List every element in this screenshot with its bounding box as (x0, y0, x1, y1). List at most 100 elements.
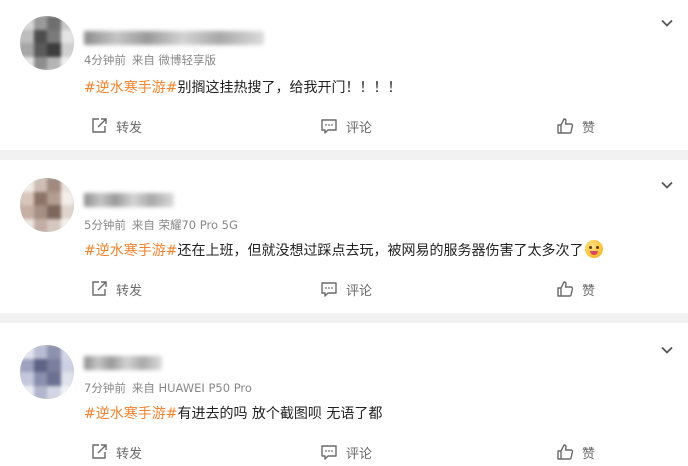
post-actions: 转发 评论 赞 (0, 114, 688, 138)
avatar-pixel (47, 43, 61, 57)
post-card: 7分钟前 来自 HUAWEI P50 Pro #逆水寒手游#有进去的吗 放个截图呗… (0, 323, 688, 466)
username-redacted (84, 356, 162, 370)
post-card: 4分钟前 来自 微博轻享版 #逆水寒手游#别搁这挂热搜了，给我开门！！！！ 转发 … (0, 0, 688, 150)
like-label: 赞 (582, 283, 596, 299)
post-meta: 7分钟前 来自 HUAWEI P50 Pro (84, 380, 252, 396)
username-redacted (84, 31, 264, 45)
avatar-pixel (47, 345, 61, 359)
avatar-pixel (33, 16, 47, 30)
chevron-down-icon[interactable] (660, 16, 674, 30)
chevron-down-icon[interactable] (660, 343, 674, 357)
hashtag-link[interactable]: #逆水寒手游# (84, 406, 177, 422)
avatar-pixel (33, 178, 47, 192)
post-time: 5分钟前 (84, 218, 126, 232)
avatar-pixel (60, 29, 74, 43)
avatar-pixel (33, 56, 47, 70)
avatar-pixel (33, 29, 47, 43)
avatar-pixel (33, 385, 47, 399)
post-source: 来自 荣耀70 Pro 5G (131, 218, 238, 232)
post-source: 来自 微博轻享版 (131, 53, 216, 67)
avatar-mosaic (20, 178, 74, 232)
post-text: 有进去的吗 放个截图呗 无语了都 (177, 406, 383, 422)
post-source: 来自 HUAWEI P50 Pro (131, 381, 252, 395)
hashtag-link[interactable]: #逆水寒手游# (84, 243, 177, 259)
like-button[interactable]: 赞 (556, 277, 595, 301)
avatar-pixel (47, 178, 61, 192)
avatar-pixel (47, 358, 61, 372)
post-meta: 4分钟前 来自 微博轻享版 (84, 52, 216, 68)
avatar-pixel (47, 56, 61, 70)
avatar-pixel (60, 358, 74, 372)
avatar-pixel (33, 205, 47, 219)
comment-label: 评论 (346, 120, 373, 136)
comment-button[interactable]: 评论 (320, 114, 372, 138)
comment-icon (321, 119, 337, 134)
avatar-pixel (47, 16, 61, 30)
avatar-mosaic (20, 16, 74, 70)
avatar-pixel (60, 56, 74, 70)
repost-label: 转发 (116, 120, 143, 136)
username-redacted (84, 193, 174, 207)
avatar-pixel (60, 43, 74, 57)
avatar-pixel (33, 43, 47, 57)
repost-icon (92, 444, 107, 459)
post-content: #逆水寒手游#别搁这挂热搜了，给我开门！！！！ (84, 77, 401, 97)
like-label: 赞 (582, 120, 596, 136)
avatar-pixel (33, 345, 47, 359)
repost-label: 转发 (116, 283, 143, 299)
post-time: 7分钟前 (84, 381, 126, 395)
avatar-pixel (20, 191, 34, 205)
comment-button[interactable]: 评论 (320, 277, 372, 301)
repost-button[interactable]: 转发 (90, 114, 142, 138)
hashtag-link[interactable]: #逆水寒手游# (84, 80, 177, 96)
thumbs-up-icon (557, 444, 574, 460)
avatar-pixel (20, 16, 34, 30)
avatar-pixel (20, 43, 34, 57)
comment-label: 评论 (346, 446, 373, 462)
avatar[interactable] (20, 16, 74, 70)
avatar-pixel (47, 205, 61, 219)
avatar-pixel (60, 218, 74, 232)
repost-button[interactable]: 转发 (90, 440, 142, 464)
avatar-pixel (20, 56, 34, 70)
avatar-pixel (20, 372, 34, 386)
avatar-pixel (60, 205, 74, 219)
avatar-pixel (20, 178, 34, 192)
avatar-mosaic (20, 345, 74, 399)
avatar[interactable] (20, 345, 74, 399)
face-emoji-icon (585, 240, 604, 258)
avatar-pixel (20, 205, 34, 219)
post-content: #逆水寒手游#有进去的吗 放个截图呗 无语了都 (84, 403, 382, 423)
avatar[interactable] (20, 178, 74, 232)
avatar-pixel (60, 372, 74, 386)
post-meta: 5分钟前 来自 荣耀70 Pro 5G (84, 217, 238, 233)
chevron-down-icon[interactable] (660, 178, 674, 192)
avatar-pixel (33, 372, 47, 386)
thumbs-up-icon (557, 118, 574, 134)
post-content: #逆水寒手游#还在上班，但就没想过踩点去玩，被网易的服务器伤害了太多次了 (84, 240, 604, 260)
like-button[interactable]: 赞 (556, 440, 595, 464)
avatar-pixel (20, 218, 34, 232)
thumbs-up-icon (557, 281, 574, 297)
repost-label: 转发 (116, 446, 143, 462)
avatar-pixel (60, 191, 74, 205)
post-actions: 转发 评论 赞 (0, 440, 688, 464)
post-card: 5分钟前 来自 荣耀70 Pro 5G #逆水寒手游#还在上班，但就没想过踩点去玩… (0, 160, 688, 313)
avatar-pixel (20, 358, 34, 372)
avatar-pixel (60, 16, 74, 30)
avatar-pixel (60, 178, 74, 192)
comment-button[interactable]: 评论 (320, 440, 372, 464)
repost-icon (92, 118, 107, 133)
post-actions: 转发 评论 赞 (0, 277, 688, 301)
avatar-pixel (60, 385, 74, 399)
avatar-pixel (20, 385, 34, 399)
repost-button[interactable]: 转发 (90, 277, 142, 301)
avatar-pixel (20, 29, 34, 43)
comment-label: 评论 (346, 283, 373, 299)
post-text: 还在上班，但就没想过踩点去玩，被网易的服务器伤害了太多次了 (177, 243, 584, 259)
avatar-pixel (33, 191, 47, 205)
comment-icon (321, 445, 337, 460)
post-text: 别搁这挂热搜了，给我开门！！！！ (177, 80, 402, 96)
avatar-pixel (33, 358, 47, 372)
like-button[interactable]: 赞 (556, 114, 595, 138)
